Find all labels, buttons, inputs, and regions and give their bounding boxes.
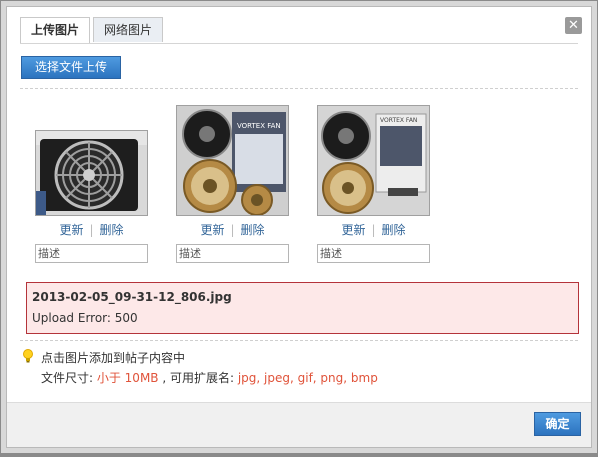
update-link[interactable]: 更新 (200, 223, 224, 237)
thumbnail-list: 更新 | 删除 VORTEX FAN (35, 97, 475, 272)
delete-link[interactable]: 删除 (241, 223, 265, 237)
error-message: Upload Error: 500 (32, 311, 138, 325)
extensions-label: , 可用扩展名: (158, 371, 238, 385)
upload-image-dialog: 上传图片 网络图片 ✕ 选择文件上传 更新 | 删除 描述 VORTEX FAN… (6, 6, 592, 448)
tab-upload-image[interactable]: 上传图片 (20, 17, 91, 43)
error-filename: 2013-02-05_09-31-12_806.jpg (32, 290, 232, 304)
tab-web-image[interactable]: 网络图片 (93, 17, 164, 42)
hint-file-requirements: 文件尺寸: 小于 10MB , 可用扩展名: jpg, jpeg, gif, p… (41, 369, 378, 386)
confirm-button[interactable]: 确定 (534, 412, 581, 436)
divider (20, 340, 578, 341)
fan-photo[interactable]: VORTEX FAN (176, 105, 289, 216)
update-link[interactable]: 更新 (59, 223, 83, 237)
upload-error-box: 2013-02-05_09-31-12_806.jpg Upload Error… (26, 282, 579, 334)
svg-text:VORTEX FAN: VORTEX FAN (380, 117, 417, 124)
tab-divider (20, 43, 578, 44)
description-input[interactable] (176, 244, 289, 263)
delete-link[interactable]: 删除 (100, 223, 124, 237)
hint-click-to-insert: 点击图片添加到帖子内容中 (41, 351, 186, 365)
delete-link[interactable]: 删除 (382, 223, 406, 237)
lightbulb-icon (22, 349, 34, 363)
update-link[interactable]: 更新 (341, 223, 365, 237)
select-file-upload-button[interactable]: 选择文件上传 (21, 56, 121, 79)
dialog-footer: 确定 (7, 402, 591, 447)
description-input[interactable] (317, 244, 430, 263)
separator: | (89, 223, 94, 237)
tab-bar: 上传图片 网络图片 (20, 17, 164, 43)
fan-photo[interactable]: VORTEX FAN (317, 105, 430, 216)
description-input[interactable] (35, 244, 148, 263)
close-icon[interactable]: ✕ (565, 17, 582, 34)
separator: | (230, 223, 235, 237)
thumbnail-actions: 更新 | 删除 (317, 221, 430, 238)
separator: | (371, 223, 376, 237)
thumbnail-actions: 更新 | 删除 (176, 221, 289, 238)
fan-photo[interactable] (35, 130, 148, 216)
divider (20, 88, 578, 89)
size-label: 文件尺寸: (41, 371, 97, 385)
svg-text:VORTEX FAN: VORTEX FAN (237, 122, 281, 130)
thumbnail-actions: 更新 | 删除 (35, 221, 148, 238)
size-limit: 小于 10MB (96, 371, 159, 385)
allowed-extensions: jpg, jpeg, gif, png, bmp (237, 371, 378, 385)
